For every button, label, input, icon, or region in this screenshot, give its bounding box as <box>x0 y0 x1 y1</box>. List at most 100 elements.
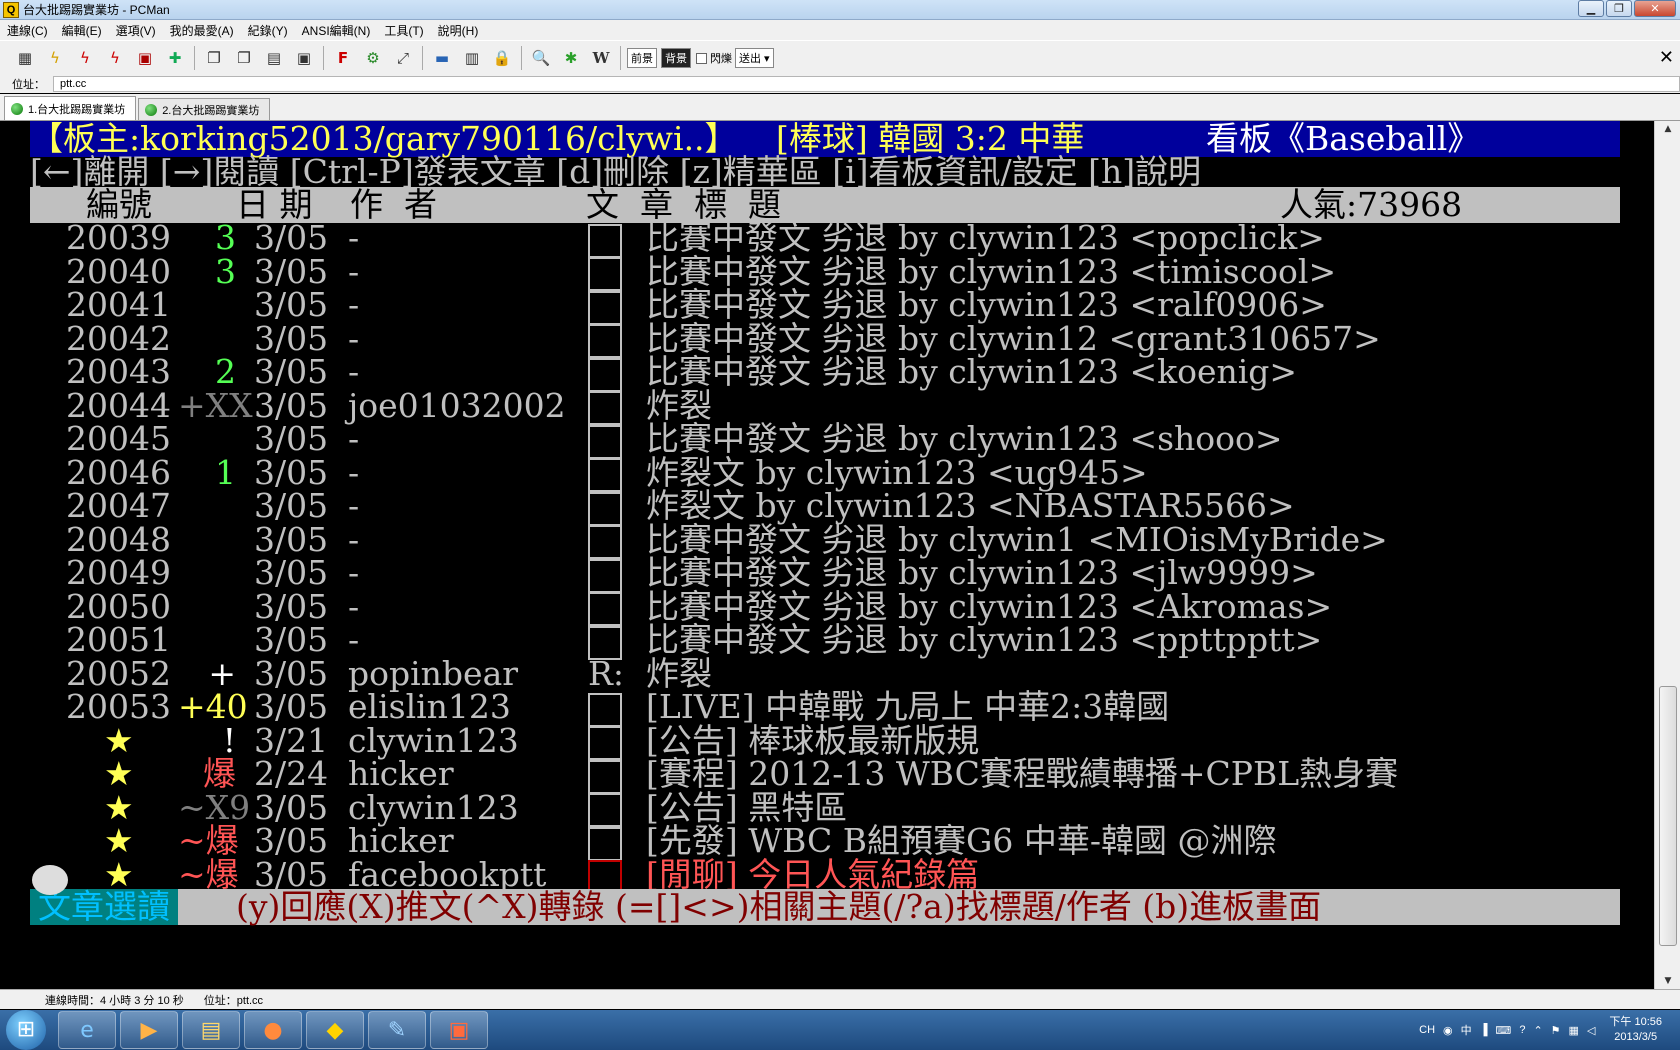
post-row[interactable]: 20039 3 3/05- 比賽中發文 劣退 by clywin123 <popcli… <box>30 218 1620 258</box>
ie-taskbar-icon[interactable]: e <box>58 1011 116 1049</box>
ime-mode-icon[interactable]: ◉ <box>1443 1024 1453 1037</box>
close-window-button[interactable]: ✕ <box>1634 0 1676 17</box>
unread-box-icon <box>588 522 622 559</box>
close-connection-icon[interactable]: ▣ <box>133 46 157 70</box>
settings-gear-icon[interactable]: ⚙ <box>361 46 385 70</box>
site-list-icon[interactable]: ▦ <box>13 46 37 70</box>
foreground-color-button[interactable]: 前景 <box>627 48 657 68</box>
toolbar-close-icon[interactable]: ✕ <box>1659 47 1674 68</box>
address-input[interactable]: ptt.cc <box>53 76 1680 92</box>
menu-connect[interactable]: 連線(C) <box>0 22 55 39</box>
post-title[interactable]: 炸裂文 by clywin123 <NBASTAR5566> <box>646 488 1295 524</box>
ime-indicator[interactable]: 中 <box>1461 1022 1472 1038</box>
preview-icon[interactable]: ▣ <box>292 46 316 70</box>
reconnect-icon[interactable]: ϟ <box>103 46 127 70</box>
pcman-app-icon[interactable]: Q <box>3 1 19 18</box>
background-color-button[interactable]: 背景 <box>661 48 691 68</box>
wikipedia-icon[interactable]: W <box>589 46 613 70</box>
post-row[interactable]: 20041 3/05- 比賽中發文 劣退 by clywin123 <ralf090… <box>30 285 1620 325</box>
post-title[interactable]: 比賽中發文 劣退 by clywin123 <koenig> <box>646 354 1297 390</box>
maximize-button[interactable]: ❐ <box>1606 0 1632 17</box>
screen-icon[interactable]: ▬ <box>430 46 454 70</box>
scrollbar-thumb[interactable] <box>1659 686 1677 946</box>
lock-icon[interactable]: 🔒 <box>490 46 514 70</box>
scroll-down-icon[interactable]: ▼ <box>1655 973 1680 989</box>
post-row[interactable]: 20045 3/05- 比賽中發文 劣退 by clywin123 <shooo> <box>30 421 1620 459</box>
start-button[interactable]: ⊞ <box>6 1010 46 1050</box>
tray-expand-icon[interactable]: ⌃ <box>1533 1024 1542 1037</box>
volume-icon[interactable]: ◁ <box>1587 1024 1595 1037</box>
keyboard-icon[interactable]: ⌨ <box>1495 1024 1511 1037</box>
quick-connect-icon[interactable]: ϟ <box>43 46 67 70</box>
post-row[interactable]: 20047 3/05- 炸裂文 by clywin123 <NBASTAR5566> <box>30 486 1620 526</box>
copy-icon[interactable]: ❐ <box>202 46 226 70</box>
paste-icon[interactable]: ▤ <box>262 46 286 70</box>
post-row[interactable]: 20053 +40 3/05 elislin123 [LIVE] 中韓戰 九局上 中華2… <box>30 687 1620 727</box>
menu-tools[interactable]: 工具(T) <box>377 22 430 39</box>
post-title[interactable]: 比賽中發文 劣退 by clywin123 <jlw9999> <box>646 555 1318 591</box>
pinned-star-icon: ★ <box>104 821 134 860</box>
font-icon[interactable]: F <box>331 46 355 70</box>
push-count: 1 <box>215 452 236 492</box>
media-player-taskbar-icon[interactable]: ▶ <box>120 1011 178 1049</box>
post-title[interactable]: [LIVE] 中韓戰 九局上 中華2:3韓國 <box>646 689 1169 725</box>
post-row[interactable]: 20049 3/05- 比賽中發文 劣退 by clywin123 <jlw9999… <box>30 555 1620 593</box>
post-row[interactable]: 20051 3/05- 比賽中發文 劣退 by clywin123 <ppttppt… <box>30 620 1620 660</box>
menu-favorites[interactable]: 我的最愛(A) <box>163 22 241 39</box>
post-title[interactable]: 比賽中發文 劣退 by clywin123 <ralf0906> <box>646 287 1327 323</box>
bbs-terminal[interactable]: 【板主:korking52013/gary790116/clywi..】 [棒球… <box>30 121 1620 989</box>
post-row[interactable]: ★ ~爆 3/05 hicker [先發] WBC B組預賽G6 中華-韓國 @洲際 <box>30 821 1620 861</box>
fullwidth-icon[interactable]: ▐ <box>1480 1024 1488 1036</box>
add-favorite-icon[interactable]: ✚ <box>163 46 187 70</box>
pcman-taskbar-icon[interactable]: ◆ <box>306 1011 364 1049</box>
scroll-up-icon[interactable]: ▲ <box>1655 121 1680 137</box>
title-bar: Q 台大批踢踢實業坊 - PCMan ▁ ❐ ✕ <box>0 0 1680 20</box>
blink-checkbox[interactable]: 閃爍 <box>696 50 732 66</box>
post-number: 20053 <box>66 687 171 726</box>
fullscreen-icon[interactable]: ⤢ <box>391 46 415 70</box>
post-author: - <box>348 620 360 659</box>
disconnect-icon[interactable]: ϟ <box>73 46 97 70</box>
plugin-icon[interactable]: ✱ <box>559 46 583 70</box>
vertical-scrollbar[interactable]: ▲ ▼ <box>1654 121 1680 989</box>
checkbox-box[interactable] <box>696 53 707 64</box>
mouse-cursor-ball <box>32 865 68 895</box>
menu-ansi-edit[interactable]: ANSI編輯(N) <box>295 22 378 39</box>
post-row[interactable]: 20043 2 3/05- 比賽中發文 劣退 by clywin123 <koenig… <box>30 352 1620 392</box>
post-title[interactable]: [先發] WBC B組預賽G6 中華-韓國 @洲際 <box>646 823 1277 859</box>
copy-ansi-icon[interactable]: ❐ <box>232 46 256 70</box>
explorer-taskbar-icon[interactable]: ▤ <box>182 1011 240 1049</box>
post-title[interactable]: [賽程] 2012-13 WBC賽程戰績轉播+CPBL熱身賽 <box>646 756 1398 792</box>
language-indicator[interactable]: CH <box>1419 1024 1435 1036</box>
menu-options[interactable]: 選項(V) <box>109 22 163 39</box>
network-icon[interactable]: ▦ <box>1569 1024 1579 1037</box>
help-icon[interactable]: ? <box>1519 1024 1525 1036</box>
push-count: 2 <box>215 352 236 391</box>
menu-help[interactable]: 說明(H) <box>431 22 486 39</box>
post-number: 20041 <box>66 285 171 324</box>
firefox-taskbar-icon[interactable]: ● <box>244 1011 302 1049</box>
post-row[interactable]: ★ 爆 2/24 hicker [賽程] 2012-13 WBC賽程戰績轉播+CPBL熱… <box>30 756 1620 794</box>
clock-date: 2013/3/5 <box>1614 1031 1658 1043</box>
post-date: 3/05 <box>254 821 329 860</box>
search-icon[interactable]: 🔍 <box>529 46 553 70</box>
tab-2[interactable]: 2.台大批踢踢實業坊 <box>138 98 271 120</box>
office-taskbar-icon[interactable]: ▣ <box>430 1011 488 1049</box>
menu-log[interactable]: 紀錄(Y) <box>241 22 295 39</box>
post-title[interactable]: 比賽中發文 劣退 by clywin123 <ppttpptt> <box>646 622 1322 658</box>
emoticon-icon[interactable]: ▥ <box>460 46 484 70</box>
menu-edit[interactable]: 編輯(E) <box>55 22 109 39</box>
post-number: 20039 <box>66 218 171 257</box>
send-dropdown[interactable]: 送出 ▾ <box>735 48 774 68</box>
clock[interactable]: 下午 10:56 2013/3/5 <box>1609 1015 1662 1045</box>
box-mark <box>588 726 622 760</box>
box-mark <box>588 223 622 258</box>
post-title[interactable]: 比賽中發文 劣退 by clywin123 <shooo> <box>646 421 1283 457</box>
tab-1[interactable]: 1.台大批踢踢實業坊 <box>4 96 137 120</box>
post-date: 3/05 <box>254 486 329 525</box>
minimize-button[interactable]: ▁ <box>1578 0 1604 17</box>
tab-label: 1.台大批踢踢實業坊 <box>28 103 126 116</box>
flag-icon[interactable]: ⚑ <box>1551 1024 1561 1037</box>
post-title[interactable]: 比賽中發文 劣退 by clywin123 <popclick> <box>646 220 1325 256</box>
paint-taskbar-icon[interactable]: ✎ <box>368 1011 426 1049</box>
